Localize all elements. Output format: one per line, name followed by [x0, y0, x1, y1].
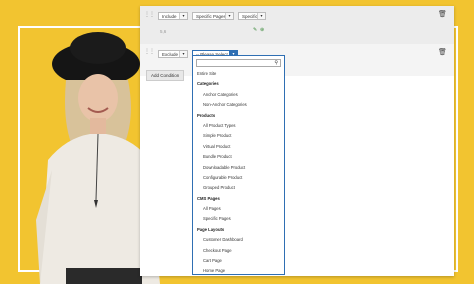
dropdown-option[interactable]: All Pages	[193, 204, 284, 214]
dropdown-option[interactable]: Downloadable Product	[193, 163, 284, 173]
dropdown-option[interactable]: Checkout Page	[193, 246, 284, 256]
page-type-dropdown: ⚲ Entire Site Categories Anchor Categories…	[192, 55, 285, 275]
dropdown-option[interactable]: Virtual Product	[193, 142, 284, 152]
drag-handle-icon[interactable]: ⋮⋮	[144, 11, 155, 18]
dropdown-option[interactable]: Grouped Product	[193, 183, 284, 193]
dropdown-option[interactable]: Bundle Product	[193, 152, 284, 162]
dropdown-group-label: Products	[197, 112, 216, 118]
condition-row-2: ⋮⋮ Exclude ▾ -- Please Select -- ▾ 🗑 Add…	[140, 44, 454, 81]
condition-1-type-select[interactable]: Specific Pages ▾	[192, 12, 234, 20]
dropdown-option[interactable]: Configurable Product	[193, 173, 284, 183]
chevron-down-icon: ▾	[225, 13, 233, 19]
dropdown-option[interactable]: Simple Product	[193, 131, 284, 141]
chevron-down-icon: ▾	[257, 13, 265, 19]
delete-condition-1-icon[interactable]: 🗑	[438, 10, 447, 18]
condition-1-selector-value: Specific	[242, 14, 258, 19]
condition-row-1: ⋮⋮ Include ▾ Specific Pages ▾ Specific ▾…	[140, 6, 454, 45]
dropdown-option[interactable]: All Product Types	[193, 121, 284, 131]
condition-1-action-value: Include	[162, 14, 177, 19]
dropdown-option[interactable]: Specific Pages	[193, 214, 284, 224]
dropdown-group-label: Page Layouts	[197, 226, 225, 232]
dropdown-options-list: Entire Site Categories Anchor Categories No…	[193, 69, 284, 274]
condition-1-selector-select[interactable]: Specific ▾	[238, 12, 266, 20]
condition-1-action-select[interactable]: Include ▾	[158, 12, 188, 20]
add-condition-button[interactable]: Add Condition	[146, 70, 185, 81]
conditions-panel: ⋮⋮ Include ▾ Specific Pages ▾ Specific ▾…	[140, 6, 454, 276]
dropdown-group-label: Categories	[197, 81, 219, 87]
condition-1-type-value: Specific Pages	[196, 14, 226, 19]
edit-icon[interactable]: ✎	[253, 27, 257, 33]
delete-condition-2-icon[interactable]: 🗑	[438, 48, 447, 56]
add-icon[interactable]: ⊕	[260, 27, 264, 33]
dropdown-option[interactable]: Customer Dashboard	[193, 235, 284, 245]
dropdown-option[interactable]: Home Page	[193, 266, 284, 274]
drag-handle-icon[interactable]: ⋮⋮	[144, 48, 155, 55]
dropdown-option[interactable]: Non-Anchor Categories	[193, 100, 284, 110]
dropdown-option[interactable]: Anchor Categories	[193, 90, 284, 100]
dropdown-search-input[interactable]: ⚲	[196, 59, 281, 67]
search-icon: ⚲	[274, 60, 278, 66]
chevron-down-icon: ▾	[179, 51, 187, 57]
dropdown-option[interactable]: Cart Page	[193, 256, 284, 266]
condition-2-action-value: Exclude	[162, 52, 179, 57]
condition-2-action-select[interactable]: Exclude ▾	[158, 50, 188, 58]
dropdown-group-label: CMS Pages	[197, 195, 220, 201]
dropdown-option[interactable]: Entire Site	[193, 69, 284, 79]
chevron-down-icon: ▾	[179, 13, 187, 19]
condition-1-value: 5,6	[160, 29, 167, 34]
